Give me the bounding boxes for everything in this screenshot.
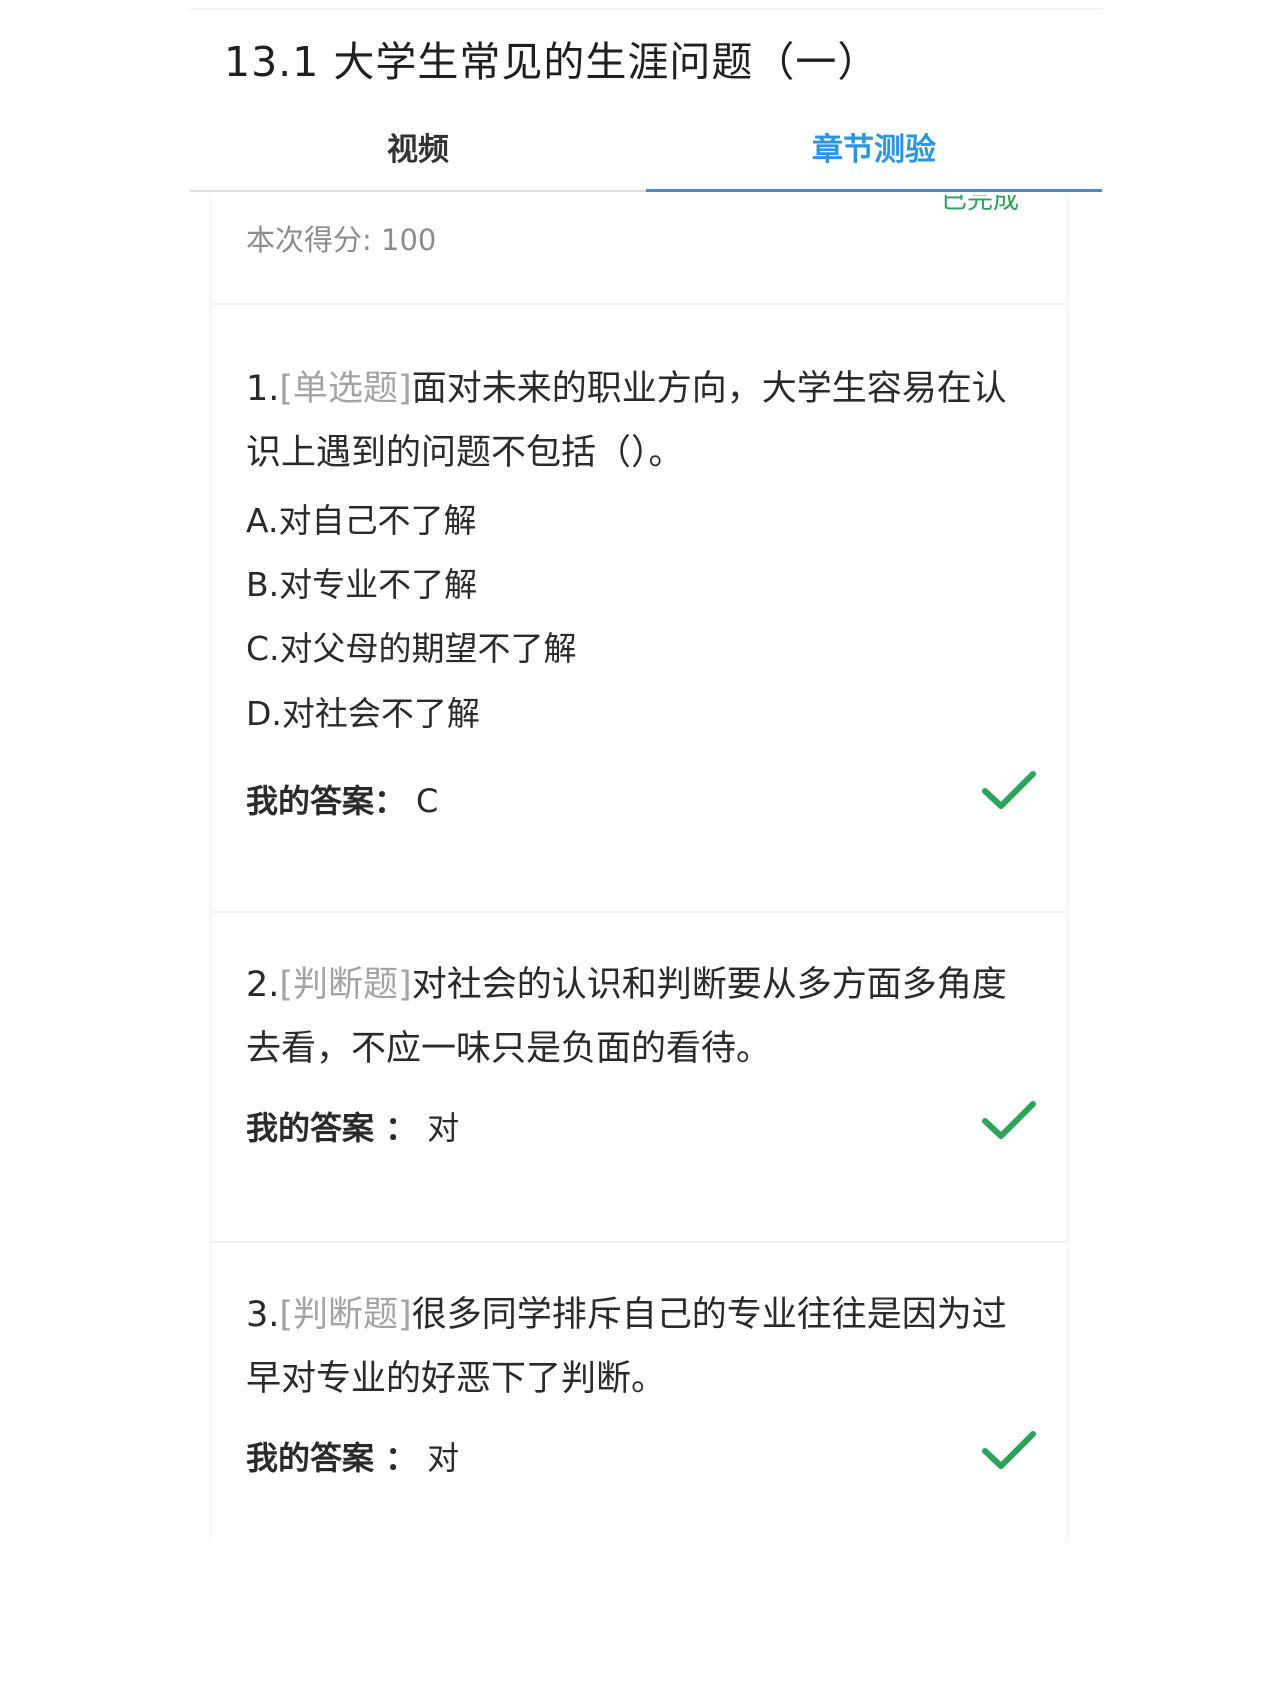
- top-divider: [190, 8, 1102, 9]
- option-b[interactable]: B.对专业不了解: [246, 558, 477, 606]
- question-card-3: 3.[判断题]很多同学排斥自己的专业往往是因为过早对专业的好恶下了判断。 我的答…: [210, 1241, 1068, 1541]
- option-a[interactable]: A.对自己不了解: [246, 494, 476, 542]
- my-answer-label: 我的答案 ：: [246, 1109, 418, 1147]
- check-icon: [982, 771, 1036, 809]
- question-type: [判断题]: [279, 965, 412, 1005]
- tab-chapter-quiz[interactable]: 章节测验: [646, 124, 1102, 169]
- active-tab-indicator: [646, 189, 1102, 192]
- question-text-2: 2.[判断题]对社会的认识和判断要从多方面多角度去看，不应一味只是负面的看待。: [246, 953, 1036, 1081]
- tab-bar: 视频 章节测验: [190, 112, 1102, 194]
- score-text: 本次得分: 100: [246, 223, 437, 257]
- quiz-content[interactable]: 已完成 本次得分: 100 1.[单选题]面对未来的职业方向，大学生容易在认识上…: [210, 195, 1068, 1690]
- option-d[interactable]: D.对社会不了解: [246, 687, 480, 735]
- page-title: 13.1 大学生常见的生涯问题（一）: [224, 38, 880, 86]
- question-type: [单选题]: [279, 369, 412, 409]
- question-card-1: 1.[单选题]面对未来的职业方向，大学生容易在认识上遇到的问题不包括（）。 A.…: [210, 303, 1068, 911]
- question-number: 2.: [246, 965, 280, 1005]
- tab-video[interactable]: 视频: [190, 124, 646, 169]
- score-card: 已完成 本次得分: 100: [210, 195, 1068, 303]
- my-answer-row: 我的答案 ：对: [246, 1103, 459, 1149]
- my-answer-row: 我的答案： C: [246, 776, 438, 822]
- my-answer-row: 我的答案 ：对: [246, 1433, 459, 1479]
- question-text-1: 1.[单选题]面对未来的职业方向，大学生容易在认识上遇到的问题不包括（）。: [246, 357, 1036, 485]
- my-answer-label: 我的答案 ：: [246, 1439, 418, 1477]
- my-answer-label: 我的答案：: [246, 782, 407, 820]
- my-answer-value: C: [416, 782, 439, 820]
- question-card-2: 2.[判断题]对社会的认识和判断要从多方面多角度去看，不应一味只是负面的看待。 …: [210, 911, 1068, 1241]
- question-text-3: 3.[判断题]很多同学排斥自己的专业往往是因为过早对专业的好恶下了判断。: [246, 1283, 1036, 1411]
- check-icon: [982, 1101, 1036, 1139]
- question-type: [判断题]: [279, 1295, 412, 1335]
- my-answer-value: 对: [427, 1439, 460, 1477]
- completion-status: 已完成: [941, 195, 1020, 215]
- question-number: 3.: [246, 1295, 280, 1335]
- question-number: 1.: [246, 369, 280, 409]
- my-answer-value: 对: [427, 1109, 460, 1147]
- option-c[interactable]: C.对父母的期望不了解: [246, 622, 577, 670]
- check-icon: [982, 1431, 1036, 1469]
